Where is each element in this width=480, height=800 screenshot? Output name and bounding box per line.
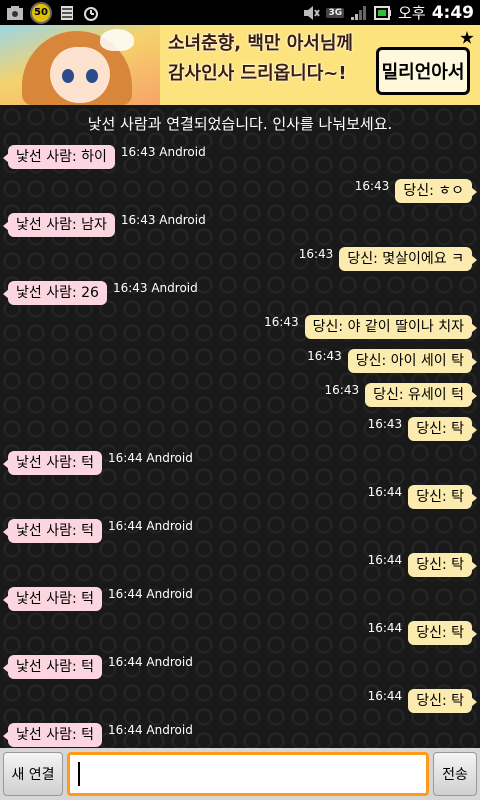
message-meta: 16:43 [367, 417, 403, 431]
chat-message-stranger: 낯선 사람: 턱 16:44 Android [2, 519, 193, 543]
message-bubble: 당신: 탁 [408, 553, 477, 577]
chat-message-me: 16:44 당신: 탁 [367, 689, 477, 713]
message-bubble: 낯선 사람: 턱 [2, 519, 103, 543]
message-meta: 16:43 Android [120, 213, 206, 227]
mute-icon [304, 5, 321, 20]
alarm-icon [84, 6, 98, 21]
message-meta: 16:44 Android [108, 655, 193, 669]
battery-icon [374, 5, 392, 20]
message-bubble: 당신: 탁 [408, 621, 477, 645]
connection-notice: 낯선 사람과 연결되었습니다. 인사를 나눠보세요. [87, 115, 393, 133]
message-meta: 16:43 [324, 383, 360, 397]
message-bubble: 당신: 야 같이 딸이나 치자 [304, 315, 478, 339]
new-connection-button[interactable]: 새 연결 [3, 752, 63, 796]
banner-headline-line1: 소녀춘향, 백만 아서님께 [168, 33, 353, 54]
star-icon [460, 31, 474, 44]
chat-message-me: 16:43 당신: 몇살이에요 ㅋ [298, 247, 477, 271]
chat-message-stranger: 낯선 사람: 하이 16:43 Android [3, 145, 206, 169]
message-bubble: 당신: ㅎㅇ [395, 179, 477, 203]
message-meta: 16:44 [367, 553, 403, 567]
chat-message-me: 16:43 당신: 유세이 턱 [324, 383, 477, 407]
status-bar: 50 3G 오후 4:49 [0, 0, 480, 25]
compose-bar: 새 연결 전송 [0, 748, 480, 800]
clock-ampm: 오후 [398, 4, 426, 22]
battery-badge-icon: 50 [30, 1, 52, 24]
message-meta: 16:44 [367, 621, 403, 635]
sd-card-icon [61, 5, 73, 20]
chat-message-stranger: 낯선 사람: 턱 16:44 Android [2, 587, 193, 611]
message-meta: 16:43 [307, 349, 342, 363]
message-bubble: 낯선 사람: 턱 [2, 587, 103, 611]
message-bubble: 당신: 탁 [408, 485, 477, 509]
chat-message-me: 16:43 당신: 야 같이 딸이나 치자 [264, 315, 478, 339]
status-bar-left: 50 [6, 1, 100, 24]
banner-headline: 소녀춘향, 백만 아서님께 감사인사 드리옵니다~! [168, 29, 368, 89]
message-meta: 16:44 Android [108, 519, 193, 533]
ad-banner[interactable]: 소녀춘향, 백만 아서님께 감사인사 드리옵니다~! 밀리언아서 [0, 25, 480, 105]
message-meta: 16:43 Android [120, 145, 206, 159]
message-bubble: 낯선 사람: 턱 [2, 723, 103, 747]
message-meta: 16:44 [367, 689, 403, 703]
chat-message-stranger: 낯선 사람: 남자 16:43 Android [3, 213, 206, 237]
message-meta: 16:44 Android [108, 451, 193, 465]
chat-message-me: 16:43 당신: 아이 세이 탁 [307, 349, 478, 373]
message-meta: 16:43 [298, 247, 334, 261]
clock-time: 4:49 [431, 2, 474, 23]
message-bubble: 당신: 유세이 턱 [365, 383, 477, 407]
chat-message-me: 16:44 당신: 탁 [367, 485, 477, 509]
message-meta: 16:43 [354, 179, 390, 193]
message-bubble: 당신: 탁 [408, 689, 477, 713]
status-bar-right: 3G 오후 4:49 [302, 2, 474, 23]
message-bubble: 당신: 탁 [408, 417, 477, 441]
chat-message-stranger: 낯선 사람: 턱 16:44 Android [2, 723, 193, 747]
chat-message-me: 16:43 당신: ㅎㅇ [354, 179, 477, 203]
message-bubble: 당신: 아이 세이 탁 [347, 349, 478, 373]
chat-message-stranger: 낯선 사람: 턱 16:44 Android [2, 451, 193, 475]
message-bubble: 낯선 사람: 턱 [2, 451, 103, 475]
chat-message-stranger: 낯선 사람: 턱 16:44 Android [2, 655, 193, 679]
message-meta: 16:43 [264, 315, 299, 329]
message-bubble: 낯선 사람: 26 [3, 281, 107, 305]
message-bubble: 낯선 사람: 턱 [2, 655, 103, 679]
image-icon [7, 5, 23, 20]
banner-character-image [0, 25, 160, 105]
network-3g-icon: 3G [326, 7, 345, 18]
message-meta: 16:44 [367, 485, 403, 499]
banner-logo: 밀리언아서 [376, 47, 470, 95]
chat-message-stranger: 낯선 사람: 26 16:43 Android [3, 281, 198, 305]
text-cursor [78, 762, 80, 786]
chat-message-me: 16:44 당신: 탁 [367, 621, 477, 645]
send-button[interactable]: 전송 [433, 752, 477, 796]
chat-message-me: 16:44 당신: 탁 [367, 553, 477, 577]
message-bubble: 낯선 사람: 하이 [3, 145, 115, 169]
signal-icon [351, 5, 367, 20]
message-meta: 16:44 Android [108, 587, 193, 601]
banner-headline-line2: 감사인사 드리옵니다~! [168, 63, 347, 84]
chat-log[interactable]: 낯선 사람과 연결되었습니다. 인사를 나눠보세요. 낯선 사람: 하이 16:… [0, 105, 480, 748]
message-meta: 16:43 Android [112, 281, 198, 295]
message-bubble: 낯선 사람: 남자 [3, 213, 115, 237]
message-meta: 16:44 Android [108, 723, 193, 737]
message-bubble: 당신: 몇살이에요 ㅋ [339, 247, 477, 271]
chat-message-me: 16:43 당신: 탁 [367, 417, 477, 441]
battery-level-text: 50 [34, 7, 48, 18]
message-input[interactable] [67, 752, 429, 796]
